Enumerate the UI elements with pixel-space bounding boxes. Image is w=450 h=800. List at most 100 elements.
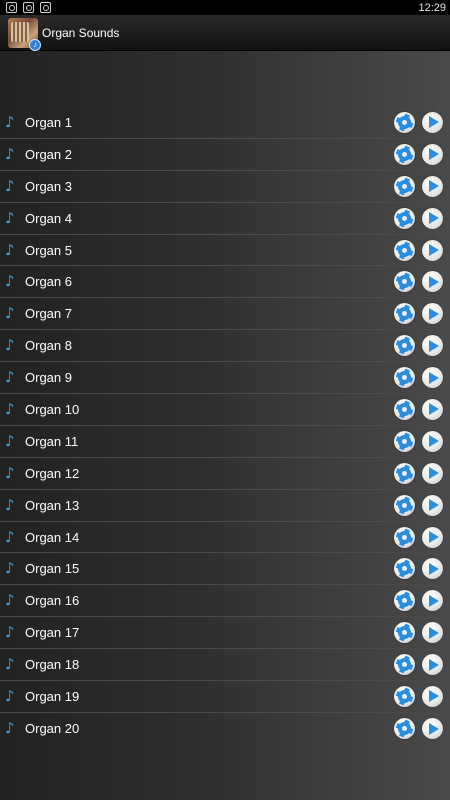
app-title: Organ Sounds [42, 25, 120, 40]
play-button[interactable] [422, 271, 443, 293]
gear-icon [398, 626, 411, 640]
sound-label: Organ 6 [25, 274, 72, 290]
gear-icon [398, 722, 411, 736]
gear-icon [398, 498, 411, 512]
settings-button[interactable] [394, 654, 415, 676]
list-item[interactable]: ♪ Organ 13 [0, 490, 450, 522]
play-icon [429, 690, 439, 703]
list-item[interactable]: ♪ Organ 8 [0, 330, 450, 363]
play-button[interactable] [422, 175, 443, 197]
sound-label: Organ 15 [25, 561, 80, 577]
settings-button[interactable] [394, 207, 415, 229]
list-item[interactable]: ♪ Organ 19 [0, 681, 450, 713]
music-note-icon: ♪ [5, 623, 15, 642]
settings-button[interactable] [394, 430, 415, 452]
music-note-icon: ♪ [5, 208, 15, 227]
sound-label: Organ 14 [25, 529, 80, 545]
play-button[interactable] [422, 685, 443, 707]
play-button[interactable] [422, 111, 443, 133]
instagram-icon [23, 2, 34, 13]
play-button[interactable] [422, 718, 443, 740]
gear-icon [398, 562, 411, 576]
settings-button[interactable] [394, 175, 415, 197]
list-item[interactable]: ♪ Organ 17 [0, 617, 450, 650]
list-item[interactable]: ♪ Organ 4 [0, 203, 450, 235]
sound-label: Organ 7 [25, 306, 72, 322]
gear-icon [398, 147, 411, 161]
gear-icon [398, 371, 411, 385]
settings-button[interactable] [394, 335, 415, 357]
list-item[interactable]: ♪ Organ 6 [0, 266, 450, 299]
settings-button[interactable] [394, 239, 415, 261]
play-button[interactable] [422, 207, 443, 229]
settings-button[interactable] [394, 590, 415, 612]
play-button[interactable] [422, 526, 443, 548]
list-item[interactable]: ♪ Organ 5 [0, 235, 450, 267]
instagram-icon [40, 2, 51, 13]
music-note-icon: ♪ [5, 719, 15, 738]
play-icon [429, 116, 439, 129]
play-button[interactable] [422, 430, 443, 452]
sound-label: Organ 1 [25, 114, 72, 130]
list-item[interactable]: ♪ Organ 11 [0, 426, 450, 458]
play-button[interactable] [422, 335, 443, 357]
gear-icon [398, 434, 411, 448]
play-button[interactable] [422, 239, 443, 261]
music-note-icon: ♪ [5, 686, 15, 705]
list-item[interactable]: ♪ Organ 2 [0, 139, 450, 171]
gear-icon [398, 211, 411, 225]
play-button[interactable] [422, 462, 443, 484]
list-item[interactable]: ♪ Organ 7 [0, 298, 450, 331]
play-button[interactable] [422, 590, 443, 612]
sound-label: Organ 5 [25, 242, 72, 258]
settings-button[interactable] [394, 526, 415, 548]
list-item[interactable]: ♪ Organ 1 [0, 107, 450, 139]
list-item[interactable]: ♪ Organ 10 [0, 394, 450, 426]
play-icon [429, 307, 439, 320]
music-note-icon: ♪ [5, 336, 15, 355]
settings-button[interactable] [394, 143, 415, 165]
organ-app-icon[interactable]: ♪ [8, 17, 41, 51]
gear-icon [398, 466, 411, 480]
settings-button[interactable] [394, 622, 415, 644]
music-note-icon: ♪ [5, 463, 15, 482]
music-note-icon: ♪ [5, 112, 15, 131]
list-item[interactable]: ♪ Organ 12 [0, 458, 450, 490]
gear-icon [398, 275, 411, 289]
play-button[interactable] [422, 143, 443, 165]
play-icon [429, 658, 439, 671]
play-button[interactable] [422, 303, 443, 325]
play-icon [429, 531, 439, 544]
list-item[interactable]: ♪ Organ 20 [0, 713, 450, 745]
list-item[interactable]: ♪ Organ 15 [0, 553, 450, 586]
play-button[interactable] [422, 494, 443, 516]
settings-button[interactable] [394, 558, 415, 580]
settings-button[interactable] [394, 398, 415, 420]
sound-label: Organ 12 [25, 465, 80, 481]
settings-button[interactable] [394, 685, 415, 707]
settings-button[interactable] [394, 367, 415, 389]
settings-button[interactable] [394, 271, 415, 293]
play-button[interactable] [422, 622, 443, 644]
play-button[interactable] [422, 367, 443, 389]
list-item[interactable]: ♪ Organ 18 [0, 649, 450, 682]
sound-label: Organ 9 [25, 370, 72, 386]
settings-button[interactable] [394, 111, 415, 133]
settings-button[interactable] [394, 462, 415, 484]
list-item[interactable]: ♪ Organ 16 [0, 585, 450, 618]
play-icon [429, 180, 439, 193]
play-icon [429, 722, 439, 735]
play-button[interactable] [422, 398, 443, 420]
play-icon [429, 467, 439, 480]
sound-label: Organ 16 [25, 593, 80, 609]
play-button[interactable] [422, 558, 443, 580]
list-item[interactable]: ♪ Organ 14 [0, 522, 450, 554]
list-item[interactable]: ♪ Organ 9 [0, 362, 450, 395]
settings-button[interactable] [394, 718, 415, 740]
settings-button[interactable] [394, 303, 415, 325]
list-item[interactable]: ♪ Organ 3 [0, 171, 450, 203]
music-note-icon: ♪ [5, 495, 15, 514]
music-note-icon: ♪ [5, 527, 15, 546]
settings-button[interactable] [394, 494, 415, 516]
play-button[interactable] [422, 654, 443, 676]
